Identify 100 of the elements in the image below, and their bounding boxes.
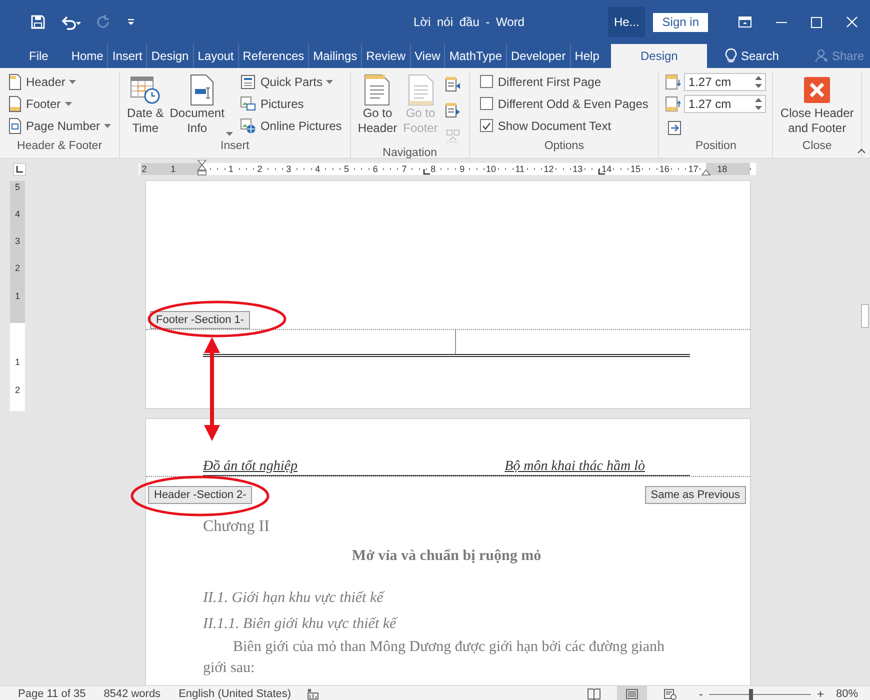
- number-field[interactable]: 1.27 cm: [684, 95, 766, 113]
- caret-icon: [326, 80, 334, 84]
- ruler-number: 13: [572, 163, 584, 175]
- zoom-level[interactable]: 80%: [836, 688, 858, 700]
- ribbon-tab[interactable]: Design: [611, 44, 707, 68]
- calendar-clock-icon: [129, 74, 162, 106]
- footer-position-icon: [665, 96, 682, 112]
- group-label: Navigation: [382, 147, 438, 159]
- maximize-icon[interactable]: [811, 16, 822, 28]
- ruler-number: 1: [14, 290, 21, 301]
- print-layout-icon[interactable]: [624, 688, 639, 700]
- context-tab-label: He...: [608, 7, 646, 37]
- caret-icon: [226, 132, 234, 136]
- horizontal-ruler[interactable]: 2 1 1 2 3 4 5 6 7 8 9 10 11 12 13 14 15 16 17 18: [139, 163, 756, 175]
- web-layout-icon[interactable]: [662, 688, 677, 700]
- number-field[interactable]: 1.27 cm: [684, 73, 766, 91]
- ribbon-display-icon[interactable]: [738, 16, 752, 28]
- ruler-number: 16: [658, 163, 670, 175]
- sign-in-button[interactable]: Sign in: [653, 12, 708, 32]
- ribbon-button[interactable]: Footer: [6, 94, 114, 113]
- ribbon-button[interactable]: Date & Time: [126, 72, 165, 138]
- ruler-number: 10: [485, 163, 497, 175]
- spin-arrows-icon[interactable]: [755, 76, 762, 88]
- language[interactable]: English (United States): [178, 688, 292, 700]
- ruler-number: 2: [14, 263, 21, 274]
- ruler-number: 5: [343, 163, 350, 175]
- tab-selector[interactable]: [13, 162, 26, 176]
- section-heading: II.1. Giới hạn khu vực thiết kế: [203, 589, 386, 608]
- window-title: Lời nói đầu - Word: [412, 15, 526, 29]
- group-label: Position: [694, 140, 738, 154]
- group-label: Close: [801, 140, 833, 154]
- ruler-number: 2: [14, 384, 21, 395]
- ribbon-button[interactable]: Go to Header: [356, 72, 398, 138]
- tab-stop-icon: [16, 166, 23, 172]
- ribbon-button[interactable]: Page Number: [6, 116, 114, 135]
- ribbon-tab[interactable]: Home: [67, 44, 108, 68]
- ruler-number: 8: [430, 163, 437, 175]
- ribbon-button[interactable]: Document Info: [168, 72, 234, 138]
- lightbulb-icon: [724, 48, 737, 64]
- ruler-number: 18: [716, 163, 728, 175]
- indent-marker-icon[interactable]: [197, 160, 207, 176]
- previous-section-icon[interactable]: [444, 76, 461, 92]
- group-label: Options: [543, 140, 585, 154]
- collapse-ribbon-icon[interactable]: [857, 148, 866, 154]
- ruler-number: 12: [542, 163, 555, 175]
- zoom-in-button[interactable]: +: [814, 687, 826, 700]
- header-section-tag: Header -Section 2-: [148, 486, 252, 504]
- ribbon-tab[interactable]: File: [0, 44, 68, 68]
- caret-icon: [69, 80, 76, 84]
- vertical-ruler[interactable]: 5 4 3 2 1 1 2: [10, 181, 25, 411]
- insert-alignment-tab-icon[interactable]: [667, 120, 684, 136]
- right-indent-marker-icon[interactable]: [701, 169, 711, 176]
- header-text: Bộ môn khai thác hầm lò: [504, 459, 645, 475]
- spin-arrows-icon[interactable]: [755, 98, 762, 110]
- page-count[interactable]: Page 11 of 35: [18, 688, 86, 700]
- pictures-icon: [240, 96, 256, 112]
- group-label: Insert: [220, 140, 250, 154]
- ribbon-button[interactable]: Quick Parts: [238, 72, 344, 91]
- chapter-label: Chương II: [203, 518, 270, 536]
- checkbox[interactable]: Different Odd & Even Pages: [476, 94, 652, 113]
- caret-icon: [104, 124, 112, 128]
- header-position-icon: [665, 74, 682, 90]
- save-icon[interactable]: [30, 14, 46, 30]
- ruler-number: 3: [285, 163, 292, 175]
- ruler-number: 6: [372, 163, 379, 175]
- header-icon: [8, 74, 22, 90]
- ruler-number: 9: [458, 163, 466, 175]
- ruler-number: 4: [14, 208, 21, 219]
- ruler-number: 14: [600, 163, 613, 175]
- ruler-number: 11: [514, 163, 526, 175]
- ruler-number: 2: [140, 163, 148, 175]
- view-button[interactable]: [616, 686, 647, 700]
- ribbon-button[interactable]: Pictures: [238, 94, 344, 113]
- page-number-icon: [8, 118, 22, 134]
- tab-stop-icon[interactable]: [423, 169, 430, 175]
- ruler-number: 2: [256, 163, 264, 175]
- ribbon-button[interactable]: Close Header and Footer: [779, 72, 855, 138]
- undo-icon[interactable]: [60, 14, 82, 30]
- read-mode-icon[interactable]: [586, 688, 601, 700]
- ribbon-button[interactable]: Header: [6, 72, 114, 91]
- ruler-number: 1: [14, 357, 21, 368]
- quick-parts-icon: [240, 74, 256, 90]
- chapter-title: Mở vỉa và chuẩn bị ruộng mỏ: [350, 548, 542, 565]
- checkbox[interactable]: Show Document Text: [476, 116, 652, 135]
- ruler-number: 1: [227, 163, 234, 175]
- ribbon-button[interactable]: Online Pictures: [238, 116, 344, 135]
- checkbox[interactable]: Different First Page: [476, 72, 652, 91]
- same-as-previous-tag: Same as Previous: [644, 486, 746, 504]
- close-icon[interactable]: [846, 16, 858, 28]
- ruler-number: 7: [400, 163, 408, 175]
- word-count[interactable]: 8542 words: [104, 688, 161, 700]
- zoom-out-button[interactable]: -: [696, 687, 705, 700]
- search-button[interactable]: Search: [718, 44, 785, 68]
- header-text: Đồ án tốt nghiệp: [203, 459, 298, 475]
- footer-section-tag: Footer -Section 1-: [150, 311, 250, 329]
- ruler-number: 5: [14, 182, 21, 192]
- macro-icon[interactable]: [307, 688, 320, 700]
- ruler-number: 1: [170, 163, 177, 175]
- next-section-icon[interactable]: [444, 102, 461, 118]
- ruler-number: 4: [314, 163, 322, 175]
